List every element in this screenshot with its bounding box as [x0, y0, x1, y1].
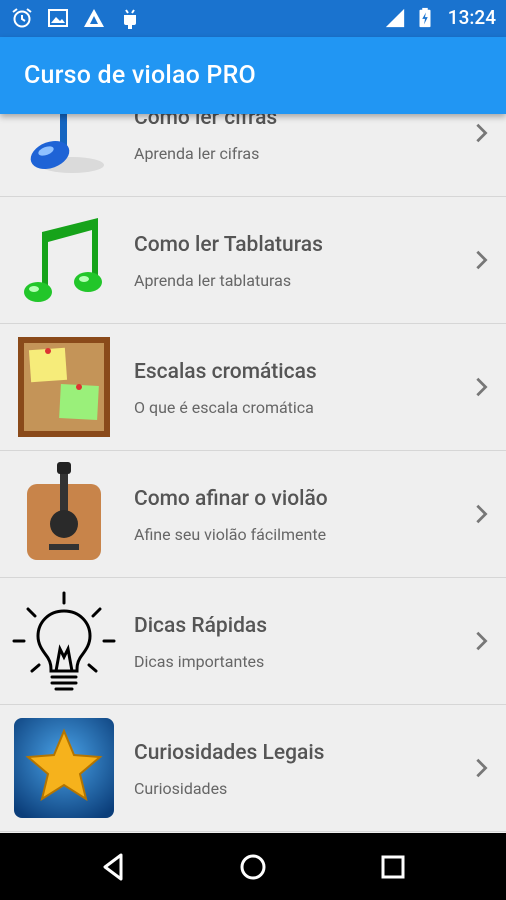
clock: 13:24: [447, 6, 496, 29]
app-bar: Curso de violao PRO: [0, 37, 506, 114]
app-icon: [84, 9, 104, 27]
chevron-right-icon: [476, 250, 488, 270]
status-bar: 13:24: [0, 0, 506, 37]
chevron-right-icon: [476, 631, 488, 651]
gold-star-icon: [12, 715, 116, 821]
item-title: Curiosidades Legais: [134, 741, 325, 765]
recents-icon[interactable]: [376, 850, 410, 884]
item-subtitle: Curiosidades: [134, 779, 228, 798]
home-icon[interactable]: [236, 850, 270, 884]
topic-list[interactable]: Como ler cifras Aprenda ler cifras Como …: [0, 70, 506, 833]
lightbulb-icon: [12, 588, 116, 694]
chevron-right-icon: [476, 123, 488, 143]
chevron-right-icon: [476, 377, 488, 397]
item-subtitle: Dicas importantes: [134, 652, 265, 671]
app-title: Curso de violao PRO: [24, 61, 256, 90]
green-music-note-icon: [12, 207, 116, 313]
alarm-icon: [12, 8, 32, 28]
list-item-escalas-cromaticas[interactable]: Escalas cromáticas O que é escala cromát…: [0, 324, 506, 451]
corkboard-notes-icon: [12, 334, 116, 440]
item-subtitle: Aprenda ler cifras: [134, 144, 260, 163]
image-icon: [48, 9, 68, 27]
list-item-como-afinar-o-violao[interactable]: Como afinar o violão Afine seu violão fá…: [0, 451, 506, 578]
item-title: Como afinar o violão: [134, 487, 328, 511]
signal-icon: [385, 8, 404, 27]
item-title: Como ler Tablaturas: [134, 233, 323, 257]
item-subtitle: Afine seu violão fácilmente: [134, 525, 327, 544]
list-item-dicas-rapidas[interactable]: Dicas Rápidas Dicas importantes: [0, 578, 506, 705]
battery-charging-icon: [419, 7, 431, 27]
list-item-curiosidades-legais[interactable]: Curiosidades Legais Curiosidades: [0, 705, 506, 832]
back-icon[interactable]: [97, 850, 131, 884]
item-subtitle: O que é escala cromática: [134, 398, 314, 417]
item-title: Dicas Rápidas: [134, 614, 268, 638]
item-subtitle: Aprenda ler tablaturas: [134, 271, 292, 290]
chevron-right-icon: [476, 504, 488, 524]
guitar-icon: [12, 461, 116, 567]
list-item-como-ler-tablaturas[interactable]: Como ler Tablaturas Aprenda ler tablatur…: [0, 197, 506, 324]
item-title: Escalas cromáticas: [134, 360, 317, 384]
android-icon: [124, 9, 136, 29]
navigation-bar: [0, 833, 506, 900]
chevron-right-icon: [476, 758, 488, 778]
